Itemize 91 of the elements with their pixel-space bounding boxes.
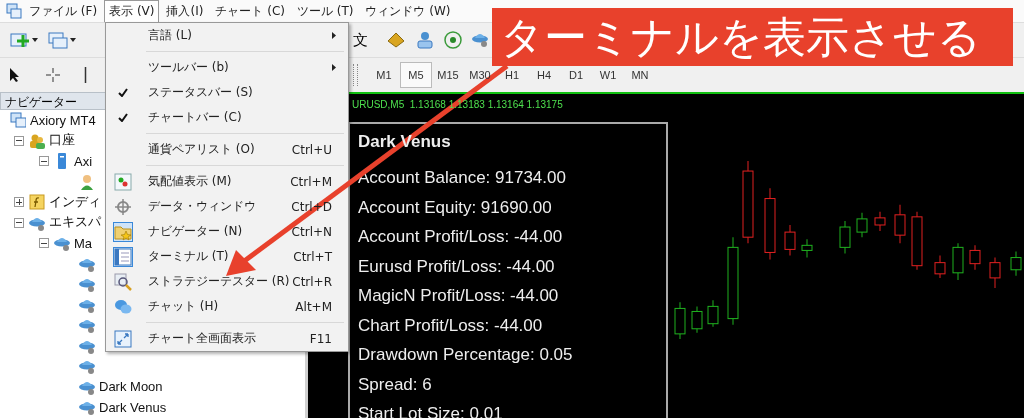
shortcut-label: Ctrl+M bbox=[290, 174, 332, 189]
collapse-toggle[interactable] bbox=[39, 238, 49, 249]
menu-bar-item[interactable]: 表示 (V) bbox=[104, 0, 160, 23]
tree-item[interactable]: Dark Moon bbox=[99, 379, 163, 395]
tree-item[interactable]: Dark Venus bbox=[99, 399, 167, 415]
menu-item[interactable]: ツールバー (b) bbox=[106, 55, 348, 80]
chat-icon bbox=[114, 297, 132, 316]
fullscreen-icon bbox=[114, 329, 132, 348]
menu-item[interactable]: 言語 (L) bbox=[106, 23, 348, 48]
new-order-button[interactable]: 文 bbox=[349, 28, 372, 52]
timeframe-button[interactable]: M1 bbox=[368, 62, 400, 88]
menu-bar-item[interactable]: チャート (C) bbox=[210, 0, 290, 23]
list-window-icon bbox=[114, 247, 132, 266]
menu-item[interactable]: ナビゲーター (N) Ctrl+N bbox=[106, 219, 348, 244]
menu-bar-item[interactable]: ファイル (F) bbox=[24, 0, 103, 23]
info-line: Eurusd Profit/Loss: -44.00 bbox=[358, 255, 556, 278]
cursor-icon bbox=[8, 67, 22, 83]
shortcut-label: F11 bbox=[309, 331, 332, 346]
info-line: Drawdown Percentage: 0.05 bbox=[358, 344, 574, 366]
magnifier-icon bbox=[114, 272, 132, 291]
collapse-toggle[interactable] bbox=[14, 217, 24, 228]
tree-item[interactable]: Ma bbox=[74, 235, 93, 251]
caret-icon bbox=[32, 38, 38, 42]
tree-item[interactable]: Axiory MT4 bbox=[30, 112, 96, 128]
candlestick bbox=[894, 204, 906, 244]
shortcut-label: Alt+M bbox=[295, 299, 332, 314]
submenu-arrow-icon bbox=[332, 32, 336, 39]
shortcut-label: Ctrl+R bbox=[292, 274, 332, 289]
info-line: Chart Profit/Loss: -44.00 bbox=[358, 314, 544, 337]
shortcut-label: Ctrl+U bbox=[291, 142, 332, 157]
hat-icon bbox=[79, 317, 95, 334]
candlestick bbox=[856, 212, 868, 238]
candlestick bbox=[784, 224, 796, 256]
candlestick bbox=[801, 238, 813, 259]
shortcut-label: Ctrl+N bbox=[291, 224, 332, 239]
hat-icon bbox=[79, 399, 95, 416]
candlestick bbox=[911, 211, 923, 271]
info-line: Account Balance: 91734.00 bbox=[358, 167, 567, 189]
menu-item[interactable]: 通貨ペアリスト (O) Ctrl+U bbox=[106, 137, 348, 162]
info-line: Account Equity: 91690.00 bbox=[358, 196, 553, 219]
candlestick bbox=[707, 299, 719, 328]
tree-item[interactable]: エキスパ bbox=[49, 214, 101, 232]
vertical-line-icon bbox=[84, 67, 87, 83]
hat-icon bbox=[79, 276, 95, 293]
menu-bar-item[interactable]: ツール (T) bbox=[291, 0, 359, 23]
candlestick bbox=[691, 305, 703, 334]
candlestick bbox=[934, 255, 946, 279]
crosshair-icon bbox=[114, 197, 132, 216]
menu-item[interactable]: チャート全画面表示 F11 bbox=[106, 326, 348, 351]
timeframe-button[interactable]: M15 bbox=[432, 62, 464, 88]
hat-icon bbox=[54, 235, 70, 252]
menu-item[interactable]: ストラテジーテスター (R) Ctrl+R bbox=[106, 269, 348, 294]
hat-icon bbox=[79, 358, 95, 375]
submenu-arrow-icon bbox=[332, 64, 336, 71]
caret-icon bbox=[70, 38, 76, 42]
candlestick bbox=[674, 301, 686, 340]
person-screen-icon bbox=[416, 31, 434, 49]
menu-item[interactable]: チャット (H) Alt+M bbox=[106, 294, 348, 319]
hat-icon bbox=[472, 31, 490, 49]
chart-plus-icon bbox=[10, 31, 30, 49]
callout-banner: ターミナルを表示させる bbox=[492, 8, 1013, 66]
info-line: MagicN Profit/Loss: -44.00 bbox=[358, 285, 560, 307]
windows-icon bbox=[48, 31, 68, 49]
people-icon bbox=[29, 132, 45, 149]
collapse-toggle[interactable] bbox=[39, 156, 49, 167]
shortcut-label: Ctrl+T bbox=[293, 249, 332, 264]
function-icon bbox=[29, 194, 45, 211]
tree-item[interactable]: 口座 bbox=[49, 132, 75, 150]
candlestick bbox=[952, 242, 964, 281]
signal-icon bbox=[444, 31, 462, 49]
menu-bar-item[interactable]: 挿入(I) bbox=[161, 0, 209, 23]
tree-item[interactable]: Axi bbox=[74, 153, 93, 169]
quotes-icon bbox=[114, 172, 132, 191]
candlestick bbox=[989, 257, 1001, 289]
tree-item[interactable]: インディ bbox=[49, 193, 101, 211]
menu-item[interactable]: 気配値表示 (M) Ctrl+M bbox=[106, 169, 348, 194]
expand-toggle[interactable] bbox=[14, 197, 24, 208]
crosshair-icon bbox=[46, 68, 60, 82]
diamond-icon bbox=[386, 31, 406, 49]
collapse-toggle[interactable] bbox=[14, 135, 24, 146]
candlestick bbox=[874, 211, 886, 232]
candlestick bbox=[969, 244, 981, 271]
app-icon bbox=[6, 3, 22, 19]
profiles-button[interactable] bbox=[46, 29, 78, 51]
info-line: Spread: 6 bbox=[358, 373, 433, 396]
timeframe-button[interactable]: M5 bbox=[400, 62, 432, 88]
terminal-window-icon bbox=[10, 112, 26, 129]
info-line: Account Profit/Loss: -44.00 bbox=[358, 226, 564, 248]
menu-bar-item[interactable]: ウィンドウ (W) bbox=[360, 0, 456, 23]
person-icon bbox=[79, 173, 95, 190]
candlestick bbox=[839, 220, 851, 254]
